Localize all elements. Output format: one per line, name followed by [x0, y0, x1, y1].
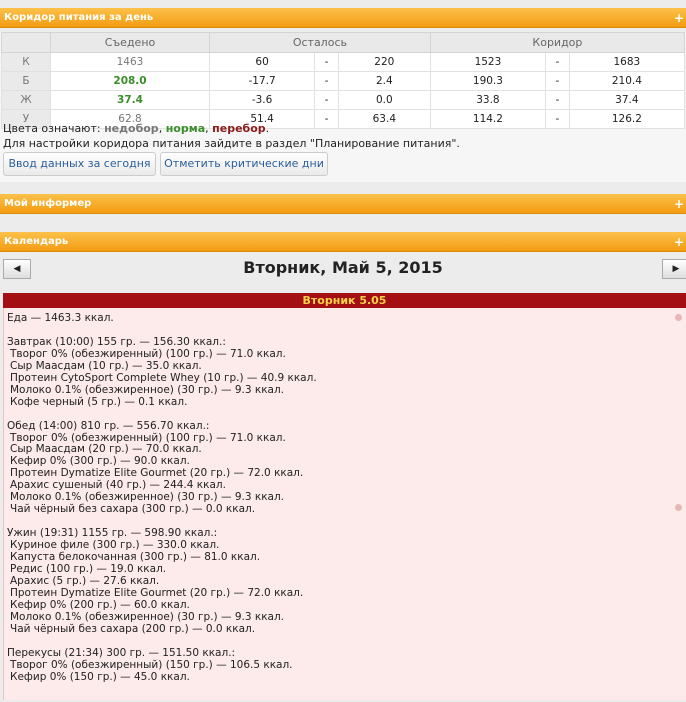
food-item: Чай чёрный без сахара (200 гр.) — 0.0 кк…	[10, 622, 256, 635]
col-corridor: Коридор	[429, 32, 686, 53]
corridor-to: 1683	[568, 52, 686, 72]
color-legend: Цвета означают: недобор, норма, перебор.	[3, 122, 270, 135]
day-meals-list: Еда — 1463.3 ккал. Завтрак (10:00) 155 гр…	[3, 308, 686, 700]
eaten-value: 1463	[50, 52, 210, 72]
table-row: Б 208.0 -17.7-2.4 190.3-210.4	[1, 71, 686, 91]
corridor-from: 114.2	[429, 109, 547, 129]
enter-today-button[interactable]: Ввод данных за сегодня	[3, 152, 156, 176]
eaten-value: 208.0	[50, 71, 210, 91]
calendar-expand-icon[interactable]: +	[674, 232, 684, 252]
corner-dot-icon	[675, 314, 682, 321]
calendar-header[interactable]: Календарь +	[0, 232, 686, 252]
food-item: Капуста белокочанная (300 гр.) — 81.0 кк…	[10, 551, 261, 563]
remaining-from: -3.6	[208, 90, 316, 110]
informer-header[interactable]: Мой информер +	[0, 194, 686, 214]
col-remaining: Осталось	[209, 32, 431, 53]
dash: -	[545, 109, 570, 129]
dash: -	[545, 52, 570, 72]
legend-prefix: Цвета означают:	[3, 122, 101, 135]
eaten-value: 37.4	[50, 90, 210, 110]
meal-summary: Перекусы (21:34) 300 гр. — 151.50 ккал.:	[7, 646, 236, 659]
dash: -	[314, 90, 339, 110]
food-item: Куриное филе (300 гр.) — 330.0 ккал.	[10, 539, 220, 552]
corridor-from: 33.8	[429, 90, 547, 110]
row-label: Б	[1, 71, 51, 91]
food-item: Кефир 0% (300 гр.) — 90.0 ккал.	[10, 455, 190, 468]
dash: -	[545, 90, 570, 110]
food-item: Творог 0% (обезжиренный) (150 гр.) — 106…	[10, 658, 293, 671]
meal-summary: Еда — 1463.3 ккал.	[7, 312, 114, 324]
remaining-to: 63.4	[337, 109, 431, 129]
remaining-to: 220	[337, 52, 431, 72]
corridor-table: Съедено Осталось Коридор К 1463 60-220 1523…	[1, 32, 686, 129]
corner-dot-icon	[675, 504, 682, 511]
corridor-hint: Для настройки коридора питания зайдите в…	[3, 137, 460, 150]
food-item: Арахис сушеный (40 гр.) — 244.4 ккал.	[10, 479, 226, 492]
calendar-title: Календарь	[4, 236, 69, 247]
food-item: Арахис (5 гр.) — 27.6 ккал.	[10, 574, 160, 587]
corridor-title: Коридор питания за день	[4, 12, 154, 23]
corridor-to: 210.4	[568, 71, 686, 91]
meal-summary: Обед (14:00) 810 гр. — 556.70 ккал.:	[7, 419, 210, 432]
informer-expand-icon[interactable]: +	[674, 194, 684, 214]
remaining-from: -17.7	[208, 71, 316, 91]
food-item: Молоко 0.1% (обезжиренное) (30 гр.) — 9.…	[10, 491, 285, 504]
next-day-button[interactable]: ▶	[662, 259, 686, 279]
row-label: Ж	[1, 90, 51, 110]
food-item: Творог 0% (обезжиренный) (100 гр.) — 71.…	[10, 347, 286, 360]
meal-summary: Ужин (19:31) 1155 гр. — 598.90 ккал.:	[7, 527, 218, 540]
food-item: Протеин Dymatize Elite Gourmet (20 гр.) …	[10, 586, 304, 599]
day-header: Вторник 5.05	[3, 293, 686, 308]
food-item: Кофе черный (5 гр.) — 0.1 ккал.	[10, 395, 188, 408]
dash: -	[545, 71, 570, 91]
corridor-header[interactable]: Коридор питания за день +	[0, 8, 686, 28]
food-item: Молоко 0.1% (обезжиренное) (30 гр.) — 9.…	[10, 383, 285, 396]
food-item: Кефир 0% (200 гр.) — 60.0 ккал.	[10, 598, 190, 611]
remaining-to: 2.4	[337, 71, 431, 91]
calendar-date: Вторник, Май 5, 2015	[243, 258, 443, 277]
remaining-from: 60	[208, 52, 316, 72]
col-eaten: Съедено	[50, 32, 210, 53]
mark-critical-days-button[interactable]: Отметить критические дни	[160, 152, 328, 176]
food-item: Сыр Маасдам (20 гр.) — 70.0 ккал.	[10, 443, 202, 456]
dash: -	[314, 109, 339, 129]
food-item: Протеин CytoSport Complete Whey (10 гр.)…	[10, 371, 317, 384]
food-item: Протеин Dymatize Elite Gourmet (20 гр.) …	[10, 467, 304, 480]
legend-over: перебор	[212, 122, 266, 135]
dash: -	[314, 52, 339, 72]
corridor-from: 1523	[429, 52, 547, 72]
col-blank	[1, 32, 51, 53]
informer-title: Мой информер	[4, 198, 92, 209]
food-item: Кефир 0% (150 гр.) — 45.0 ккал.	[10, 670, 190, 683]
food-item: Чай чёрный без сахара (300 гр.) — 0.0 кк…	[10, 503, 256, 516]
meal-summary: Завтрак (10:00) 155 гр. — 156.30 ккал.:	[7, 335, 226, 348]
corridor-expand-icon[interactable]: +	[674, 8, 684, 28]
corridor-from: 190.3	[429, 71, 547, 91]
food-item: Сыр Маасдам (10 гр.) — 35.0 ккал.	[10, 359, 202, 372]
remaining-to: 0.0	[337, 90, 431, 110]
corridor-to: 37.4	[568, 90, 686, 110]
table-row: Ж 37.4 -3.6-0.0 33.8-37.4	[1, 90, 686, 110]
row-label: К	[1, 52, 51, 72]
food-item: Молоко 0.1% (обезжиренное) (30 гр.) — 9.…	[10, 610, 285, 623]
legend-under: недобор	[104, 122, 159, 135]
legend-norm: норма	[165, 122, 206, 135]
food-item: Творог 0% (обезжиренный) (100 гр.) — 71.…	[10, 431, 286, 444]
dash: -	[314, 71, 339, 91]
food-item: Редис (100 гр.) — 19.0 ккал.	[10, 562, 167, 575]
corridor-to: 126.2	[568, 109, 686, 129]
table-row: К 1463 60-220 1523-1683	[1, 52, 686, 72]
